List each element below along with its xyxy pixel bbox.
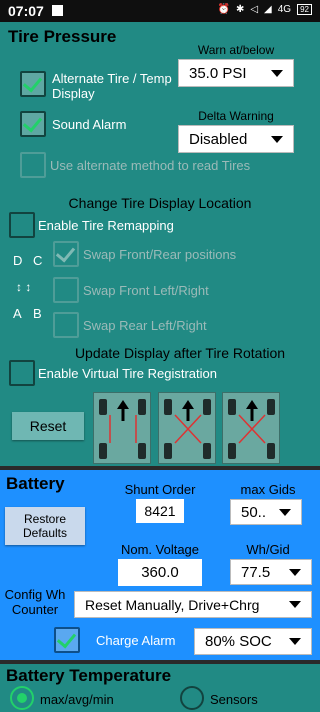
warn-label: Warn at/below	[197, 43, 275, 57]
swap-front-rear-label: Swap Front/Rear positions	[83, 247, 237, 262]
radio-max-avg-min[interactable]	[10, 686, 34, 710]
alternate-display-checkbox[interactable]	[20, 71, 46, 97]
alarm-icon: ⏰	[217, 4, 230, 15]
charge-alarm-checkbox[interactable]	[54, 627, 80, 653]
max-gids-value: 50..	[241, 503, 267, 521]
4g-icon: 4G	[277, 4, 292, 15]
rotation-front-rear-button[interactable]	[93, 392, 151, 464]
config-wh-label: Config Wh Counter	[4, 587, 66, 617]
sound-alarm-checkbox[interactable]	[20, 111, 46, 137]
wh-gid-dropdown[interactable]: 77.5	[230, 559, 312, 585]
section-divider	[0, 660, 320, 664]
warn-value: 35.0 PSI	[189, 64, 247, 82]
enable-remap-label: Enable Tire Remapping	[38, 218, 174, 233]
delta-label: Delta Warning	[198, 109, 274, 123]
chevron-down-icon	[271, 69, 283, 77]
shunt-label: Shunt Order	[124, 482, 196, 497]
swap-rear-lr-label: Swap Rear Left/Right	[83, 318, 207, 333]
restore-defaults-button[interactable]: Restore Defaults	[5, 507, 85, 545]
rotation-arrows-icon	[174, 400, 202, 444]
chevron-down-icon	[271, 135, 283, 143]
change-location-title: Change Tire Display Location	[68, 195, 252, 211]
rotation-arrows-icon	[238, 400, 266, 444]
wh-gid-label: Wh/Gid	[246, 542, 290, 557]
update-title: Update Display after Tire Rotation	[74, 345, 286, 361]
max-gids-dropdown[interactable]: 50..	[230, 499, 302, 525]
virtual-reg-label: Enable Virtual Tire Registration	[38, 366, 217, 381]
swap-rear-lr-checkbox[interactable]	[53, 312, 79, 338]
chevron-down-icon	[289, 568, 301, 576]
chevron-down-icon	[289, 601, 301, 608]
swap-front-lr-label: Swap Front Left/Right	[83, 283, 209, 298]
status-icons: ⏰ ✱ ◁ ◢ 4G 92	[217, 4, 312, 15]
rotation-cross-rear-button[interactable]	[222, 392, 280, 464]
bluetooth-icon: ✱	[235, 4, 245, 15]
delta-value: Disabled	[189, 130, 248, 148]
nom-voltage-field[interactable]: 360.0	[118, 559, 202, 586]
swap-front-rear-checkbox[interactable]	[53, 241, 79, 267]
position-a: A	[13, 306, 22, 321]
battery-icon: 92	[297, 4, 312, 15]
max-gids-label: max Gids	[240, 482, 296, 497]
rotation-arrows-icon	[109, 400, 137, 443]
position-b: B	[33, 306, 42, 321]
signal-icon: ◢	[264, 4, 272, 15]
notification-icon	[52, 5, 63, 16]
enable-remap-checkbox[interactable]	[9, 212, 35, 238]
shunt-field[interactable]: 8421	[136, 499, 184, 523]
config-wh-value: Reset Manually, Drive+Chrg	[85, 596, 260, 613]
status-bar: 07:07 ⏰ ✱ ◁ ◢ 4G 92	[0, 0, 320, 22]
alt-method-checkbox[interactable]	[20, 152, 46, 178]
battery-title: Battery	[6, 474, 65, 493]
chevron-down-icon	[289, 638, 301, 645]
swap-front-lr-checkbox[interactable]	[53, 277, 79, 303]
battery-temp-title: Battery Temperature	[6, 666, 172, 685]
radio-sensors[interactable]	[180, 686, 204, 710]
status-time: 07:07	[8, 3, 44, 19]
warn-dropdown[interactable]: 35.0 PSI	[178, 59, 294, 87]
rotation-cross-front-button[interactable]	[158, 392, 216, 464]
swap-arrows: ↕ ↕	[16, 280, 32, 294]
radio-max-avg-min-label: max/avg/min	[40, 692, 114, 707]
chevron-down-icon	[279, 508, 291, 516]
alternate-display-label: Alternate Tire / Temp Display	[52, 71, 172, 101]
delta-dropdown[interactable]: Disabled	[178, 125, 294, 153]
config-wh-dropdown[interactable]: Reset Manually, Drive+Chrg	[74, 591, 312, 618]
wh-gid-value: 77.5	[241, 563, 271, 581]
alt-method-label: Use alternate method to read Tires	[50, 158, 251, 173]
position-c: C	[33, 253, 43, 268]
nom-voltage-label: Nom. Voltage	[120, 542, 200, 557]
charge-alarm-dropdown[interactable]: 80% SOC	[194, 628, 312, 655]
volume-icon: ◁	[250, 4, 259, 15]
radio-sensors-label: Sensors	[210, 692, 258, 707]
reset-button[interactable]: Reset	[12, 412, 84, 440]
charge-alarm-value: 80% SOC	[205, 633, 272, 650]
virtual-reg-checkbox[interactable]	[9, 360, 35, 386]
position-d: D	[13, 253, 23, 268]
sound-alarm-label: Sound Alarm	[52, 117, 127, 132]
tire-pressure-title: Tire Pressure	[8, 27, 117, 46]
charge-alarm-label: Charge Alarm	[96, 633, 176, 648]
